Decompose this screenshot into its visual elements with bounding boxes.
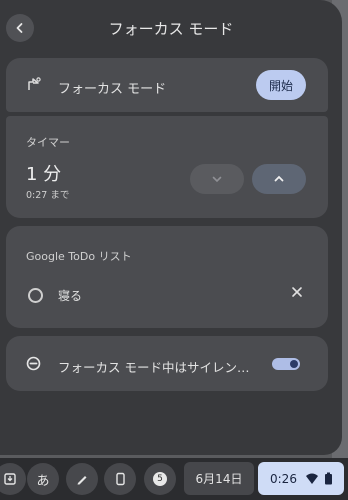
notification-button[interactable]: 5: [144, 463, 176, 495]
chevron-down-icon: [212, 176, 222, 183]
timer-value: 1 分: [26, 164, 62, 185]
chevron-up-icon: [274, 175, 284, 182]
date-tray[interactable]: 6月14日: [184, 462, 254, 495]
download-tray-icon: [4, 473, 16, 485]
battery-icon: [324, 472, 332, 485]
stylus-icon: [77, 476, 87, 485]
clock: 0:26: [270, 471, 297, 486]
notification-badge: 5: [153, 472, 167, 486]
focus-mode-label: フォーカス モード: [58, 82, 167, 97]
wifi-icon: [305, 473, 318, 484]
focus-mode-card: フォーカス モード 開始: [6, 58, 328, 112]
timer-card: タイマー 1 分 0:27 まで: [6, 116, 328, 218]
phone-hub-button[interactable]: [104, 463, 136, 495]
start-button[interactable]: 開始: [256, 70, 306, 100]
toggle-knob: [290, 360, 298, 368]
increase-time-button[interactable]: [252, 164, 306, 194]
focus-mode-icon: [28, 77, 41, 90]
do-not-disturb-label: フォーカス モード中はサイレン…: [58, 360, 250, 375]
close-icon[interactable]: [290, 285, 304, 299]
do-not-disturb-icon: [26, 356, 41, 371]
tasks-card: Google ToDo リスト 寝る: [6, 226, 328, 328]
tasks-title: Google ToDo リスト: [26, 250, 132, 263]
status-area[interactable]: 0:26: [258, 462, 344, 495]
focus-mode-panel: フォーカス モード フォーカス モード 開始 タイマー 1 分 0:27 まで …: [0, 0, 342, 455]
timer-title: タイマー: [26, 136, 70, 149]
task-checkbox[interactable]: [28, 288, 43, 303]
stylus-button[interactable]: [66, 463, 98, 495]
ime-label: あ: [36, 473, 50, 489]
do-not-disturb-toggle[interactable]: [272, 358, 300, 370]
ime-button[interactable]: あ: [27, 463, 59, 495]
timer-end-time: 0:27 まで: [26, 190, 70, 201]
shelf: あ 5 6月14日 0:26: [0, 458, 348, 500]
decrease-time-button[interactable]: [190, 164, 244, 194]
page-title: フォーカス モード: [108, 20, 234, 38]
task-label: 寝る: [58, 289, 83, 303]
phone-hub-icon: [116, 472, 125, 486]
do-not-disturb-card: フォーカス モード中はサイレン…: [6, 336, 328, 391]
panel-header: フォーカス モード: [0, 0, 342, 56]
download-tray-button[interactable]: [0, 463, 26, 495]
